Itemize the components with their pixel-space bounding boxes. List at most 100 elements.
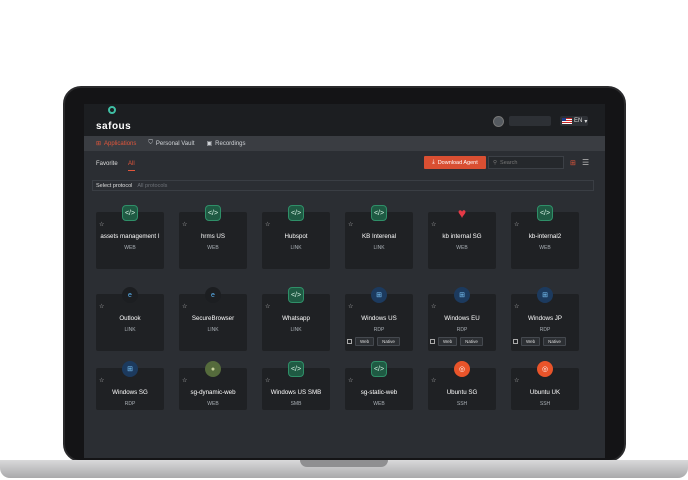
tab-label: Personal Vault xyxy=(155,140,195,147)
app-card[interactable]: ☆ ⊞ Windows EU RDP Web Native xyxy=(428,287,496,351)
native-button[interactable]: Native xyxy=(460,337,483,346)
app-protocol: WEB xyxy=(373,401,385,407)
language-selector[interactable]: EN ▾ xyxy=(560,116,588,126)
disk-icon[interactable] xyxy=(347,339,352,344)
app-protocol: LINK xyxy=(290,245,302,251)
disk-icon[interactable] xyxy=(430,339,435,344)
native-button[interactable]: Native xyxy=(543,337,566,346)
web-app-icon: </> xyxy=(205,205,221,221)
internet-explorer-icon: e xyxy=(122,287,138,303)
app-card[interactable]: ☆ e Outlook LINK xyxy=(96,287,164,351)
protocol-label: Select protocol xyxy=(96,182,133,189)
favorite-star-icon[interactable]: ☆ xyxy=(431,221,436,228)
favorite-star-icon[interactable]: ☆ xyxy=(182,303,187,310)
app-card[interactable]: ☆ </> hrms US WEB xyxy=(179,205,247,269)
favorite-star-icon[interactable]: ☆ xyxy=(99,303,104,310)
app-actions: Web Native xyxy=(430,337,483,346)
favorite-star-icon[interactable]: ☆ xyxy=(99,221,104,228)
web-app-icon: </> xyxy=(371,205,387,221)
grid-view-icon[interactable]: ⊞ xyxy=(570,159,576,167)
filter-all[interactable]: All xyxy=(128,161,135,171)
tab-label: Applications xyxy=(104,140,137,147)
web-app-icon: </> xyxy=(371,361,387,377)
app-card[interactable]: ☆ </> kb-internal2 WEB xyxy=(511,205,579,269)
app-protocol: RDP xyxy=(373,327,385,333)
web-app-icon: </> xyxy=(122,205,138,221)
filter-favorite[interactable]: Favorite xyxy=(96,161,118,167)
app-card[interactable]: ☆ </> sg-static-web WEB xyxy=(345,361,413,410)
favorite-star-icon[interactable]: ☆ xyxy=(182,221,187,228)
web-button[interactable]: Web xyxy=(521,337,541,346)
favorite-star-icon[interactable]: ☆ xyxy=(348,303,353,310)
disk-icon[interactable] xyxy=(513,339,518,344)
download-icon: ⤓ xyxy=(432,159,435,165)
user-menu[interactable] xyxy=(509,116,551,126)
app-protocol: RDP xyxy=(539,327,551,333)
app-title: Ubuntu SG xyxy=(446,389,478,396)
language-label: EN xyxy=(574,118,583,124)
app-card[interactable]: ☆ </> Whatsapp LINK xyxy=(262,287,330,351)
app-card[interactable]: ☆ ⊞ Windows JP RDP Web Native xyxy=(511,287,579,351)
app-card[interactable]: ☆ ⊞ Windows SG RDP xyxy=(96,361,164,410)
web-app-icon: </> xyxy=(288,205,304,221)
app-card[interactable]: ☆ e SecureBrowser LINK xyxy=(179,287,247,351)
photo-icon: ● xyxy=(205,361,221,377)
app-protocol: SSH xyxy=(456,401,468,407)
app-protocol: LINK xyxy=(290,327,302,333)
app-title: Whatsapp xyxy=(282,315,310,322)
app-title: hrms US xyxy=(200,233,226,240)
avatar[interactable] xyxy=(493,116,504,127)
tab-label: Recordings xyxy=(215,140,246,147)
app-protocol: WEB xyxy=(539,245,551,251)
app-card[interactable]: ☆ ◎ Ubuntu SG SSH xyxy=(428,361,496,410)
web-button[interactable]: Web xyxy=(438,337,458,346)
app-card[interactable]: ☆ </> KB Interenal LINK xyxy=(345,205,413,269)
favorite-star-icon[interactable]: ☆ xyxy=(431,303,436,310)
favorite-star-icon[interactable]: ☆ xyxy=(265,377,270,384)
app-protocol: WEB xyxy=(207,245,219,251)
app-card[interactable]: ☆ ⊞ Windows US RDP Web Native xyxy=(345,287,413,351)
app-protocol: RDP xyxy=(456,327,468,333)
tab-applications[interactable]: ⊞ Applications xyxy=(96,140,137,148)
favorite-star-icon[interactable]: ☆ xyxy=(514,221,519,228)
native-button[interactable]: Native xyxy=(377,337,400,346)
app-protocol: LINK xyxy=(124,327,136,333)
favorite-star-icon[interactable]: ☆ xyxy=(265,221,270,228)
ubuntu-icon: ◎ xyxy=(454,361,470,377)
favorite-star-icon[interactable]: ☆ xyxy=(514,377,519,384)
app-card[interactable]: ☆ </> assets management I WEB xyxy=(96,205,164,269)
protocol-select[interactable]: Select protocol All protocols xyxy=(92,180,594,191)
top-bar: safous EN ▾ xyxy=(84,104,605,136)
favorite-star-icon[interactable]: ☆ xyxy=(348,377,353,384)
favorite-star-icon[interactable]: ☆ xyxy=(348,221,353,228)
app-title: Windows EU xyxy=(444,315,480,322)
app-title: Hubspot xyxy=(284,233,308,240)
app-card[interactable]: ☆ ◎ Ubuntu UK SSH xyxy=(511,361,579,410)
favorite-star-icon[interactable]: ☆ xyxy=(431,377,436,384)
favorite-star-icon[interactable]: ☆ xyxy=(99,377,104,384)
download-agent-button[interactable]: ⤓ Download Agent xyxy=(424,156,486,169)
protocol-placeholder: All protocols xyxy=(137,182,168,189)
us-flag-icon xyxy=(562,118,572,124)
search-input[interactable]: ⚲ Search xyxy=(488,156,564,169)
app-title: sg-dynamic-web xyxy=(190,389,236,396)
brand-logo: safous xyxy=(96,121,132,132)
app-actions: Web Native xyxy=(347,337,400,346)
list-view-icon[interactable]: ☰ xyxy=(582,158,589,167)
windows-icon: ⊞ xyxy=(122,361,138,377)
app-card[interactable]: ☆ ♥ kb internal SG WEB xyxy=(428,205,496,269)
tab-recordings[interactable]: ▣ Recordings xyxy=(206,140,246,148)
shield-icon: ⛉ xyxy=(148,140,153,146)
web-button[interactable]: Web xyxy=(355,337,375,346)
favorite-star-icon[interactable]: ☆ xyxy=(265,303,270,310)
ubuntu-icon: ◎ xyxy=(537,361,553,377)
app-card[interactable]: ☆ </> Hubspot LINK xyxy=(262,205,330,269)
favorite-star-icon[interactable]: ☆ xyxy=(514,303,519,310)
app-title: Windows US SMB xyxy=(270,389,322,396)
tab-personal-vault[interactable]: ⛉ Personal Vault xyxy=(148,140,194,147)
favorite-star-icon[interactable]: ☆ xyxy=(182,377,187,384)
app-card[interactable]: ☆ </> Windows US SMB SMB xyxy=(262,361,330,410)
app-actions: Web Native xyxy=(513,337,566,346)
app-title: Outlook xyxy=(119,315,141,322)
app-card[interactable]: ☆ ● sg-dynamic-web WEB xyxy=(179,361,247,410)
